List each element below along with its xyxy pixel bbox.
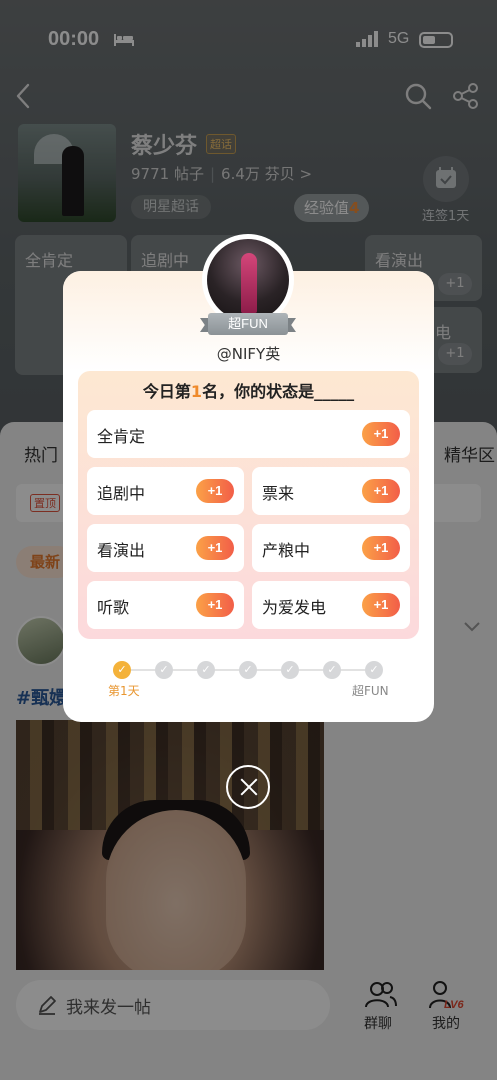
option-reward: +1	[196, 536, 234, 560]
fan-level-badge: 超FUN	[200, 313, 296, 335]
progress-step-3: ✓	[197, 661, 215, 679]
option-reward: +1	[196, 593, 234, 617]
option-label: 产粮中	[262, 541, 311, 560]
progress-step-1: ✓	[113, 661, 131, 679]
progress-step-7: ✓	[365, 661, 383, 679]
progress-step-2: ✓	[155, 661, 173, 679]
option-quan-ken-ding[interactable]: 全肯定 +1	[87, 410, 410, 458]
option-label: 票来	[262, 484, 295, 503]
progress-step-6: ✓	[323, 661, 341, 679]
daily-rank: 1	[190, 382, 203, 401]
option-zhui-ju-zhong[interactable]: 追剧中 +1	[87, 467, 244, 515]
option-reward: +1	[362, 536, 400, 560]
option-label: 追剧中	[97, 484, 146, 503]
option-piao-lai[interactable]: 票来 +1	[252, 467, 410, 515]
option-kan-yan-chu[interactable]: 看演出 +1	[87, 524, 244, 572]
progress-step-5: ✓	[281, 661, 299, 679]
option-label: 看演出	[97, 541, 146, 560]
option-label: 为爱发电	[262, 598, 327, 617]
option-reward: +1	[196, 479, 234, 503]
option-ting-ge[interactable]: 听歌 +1	[87, 581, 244, 629]
option-chan-liang-zhong[interactable]: 产粮中 +1	[252, 524, 410, 572]
option-reward: +1	[362, 593, 400, 617]
fan-level-label: 超FUN	[208, 313, 288, 335]
option-wei-ai-fa-dian[interactable]: 为爱发电 +1	[252, 581, 410, 629]
close-modal-button[interactable]	[226, 765, 270, 809]
avatar-figure	[241, 253, 257, 313]
option-reward: +1	[362, 479, 400, 503]
question-prefix: 今日第	[142, 382, 191, 401]
progress-step-4: ✓	[239, 661, 257, 679]
status-question: 今日第1名，你的状态是_____	[78, 378, 419, 402]
option-label: 听歌	[97, 598, 130, 617]
option-label: 全肯定	[97, 427, 146, 446]
user-avatar	[207, 239, 289, 321]
question-suffix: 名，你的状态是_____	[202, 382, 355, 401]
modal-username: @NIFY英	[216, 345, 281, 363]
progress-end-label: 超FUN	[352, 684, 389, 698]
progress-start-label: 第1天	[108, 684, 140, 698]
option-reward: +1	[362, 422, 400, 446]
